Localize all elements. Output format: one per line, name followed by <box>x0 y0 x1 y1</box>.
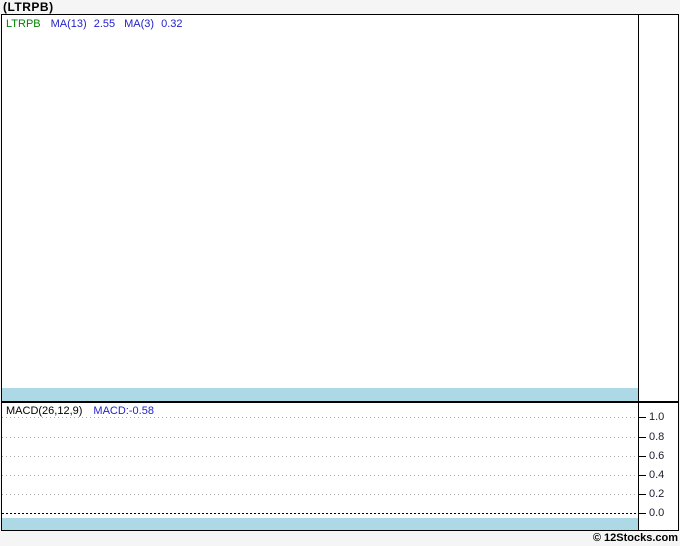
axis-tick-label: 0.8 <box>649 431 665 443</box>
macd-panel-legend: MACD(26,12,9) MACD:-0.58 <box>6 405 154 417</box>
gridline-0-8 <box>2 437 638 438</box>
ma3-value: 0.32 <box>161 18 183 30</box>
zero-gridline <box>2 513 638 514</box>
macd-indicator-label: MACD(26,12,9) <box>6 405 83 417</box>
macd-bottom-highlight-band <box>2 518 638 530</box>
gridline-0-6 <box>2 456 638 457</box>
axis-tick-label: 0.4 <box>649 469 665 481</box>
price-bottom-highlight-band <box>2 388 638 401</box>
macd-indicator-value: MACD:-0.58 <box>93 405 154 417</box>
axis-tick <box>639 475 646 476</box>
ma13-value: 2.55 <box>93 18 116 30</box>
axis-tick-label: 0.6 <box>649 450 665 462</box>
axis-tick-label: 0.0 <box>649 507 665 519</box>
axis-tick <box>639 494 646 495</box>
right-axis-line <box>638 15 639 530</box>
chart-frame: LTRPB MA(13) 2.55 MA(3) 0.32 MACD(26,12,9) MA… <box>1 14 679 531</box>
copyright-label: © 12Stocks.com <box>592 532 678 544</box>
axis-tick <box>639 456 646 457</box>
axis-tick <box>639 437 646 438</box>
page-title: (LTRPB) <box>3 0 54 14</box>
price-panel-legend: LTRPB MA(13) 2.55 MA(3) 0.32 <box>6 18 192 30</box>
ma13-label: MA(13) <box>50 18 87 30</box>
gridline-0-4 <box>2 475 638 476</box>
gridline-0-2 <box>2 494 638 495</box>
symbol-label: LTRPB <box>6 18 41 30</box>
axis-tick <box>639 513 646 514</box>
axis-tick <box>639 417 646 418</box>
axis-tick-label: 0.2 <box>649 488 665 500</box>
gridline-1-0 <box>2 417 638 418</box>
ma3-label: MA(3) <box>124 18 155 30</box>
panel-separator <box>2 401 678 403</box>
axis-tick-label: 1.0 <box>649 411 665 423</box>
